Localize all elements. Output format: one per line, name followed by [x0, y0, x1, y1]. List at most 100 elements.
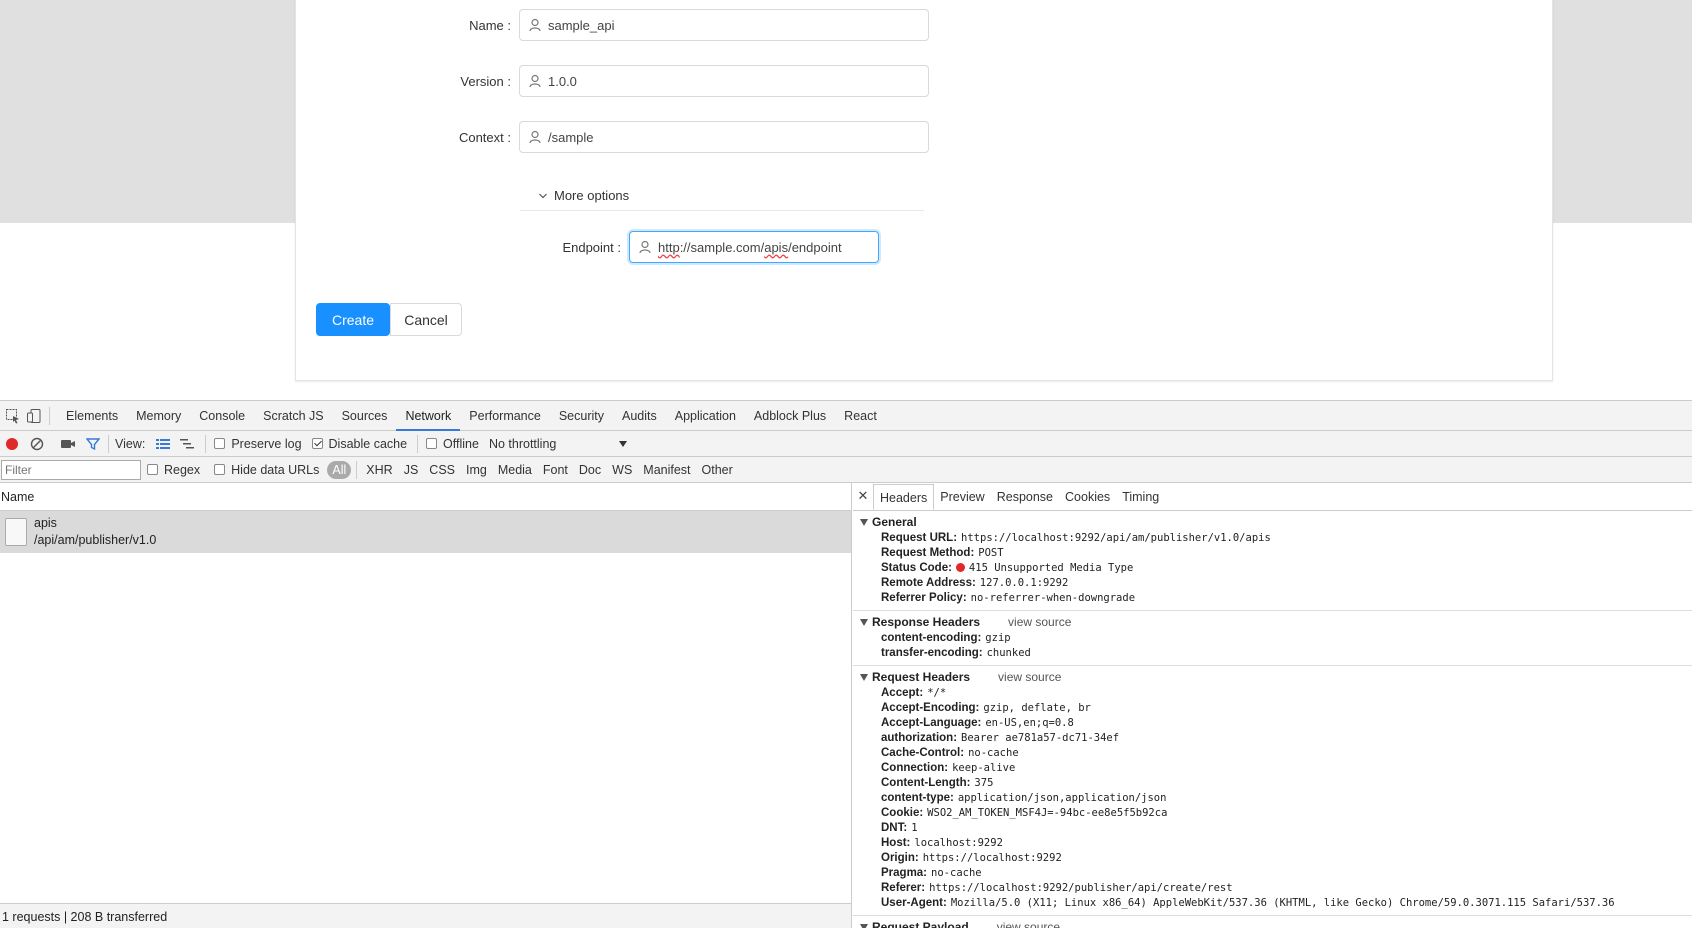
detail-tab-preview[interactable]: Preview	[934, 484, 990, 510]
more-options-toggle[interactable]: More options	[520, 181, 924, 211]
network-filterbar: Regex Hide data URLs All XHRJSCSSImgMedia…	[0, 457, 1692, 483]
throttling-select[interactable]: No throttling	[489, 437, 627, 451]
tab-scratch-js[interactable]: Scratch JS	[254, 401, 332, 431]
status-code-value: 415 Unsupported Media Type	[968, 562, 1134, 574]
header-line: authorization: Bearer ae781a57-dc71-34ef	[860, 731, 1692, 746]
device-toolbar-icon[interactable]	[26, 408, 42, 424]
devtools-tabbar: Elements Memory Console Scratch JS Sources Ne…	[0, 401, 1692, 431]
context-input[interactable]: /sample	[519, 121, 929, 153]
header-key: Connection:	[881, 762, 949, 774]
version-input[interactable]: 1.0.0	[519, 65, 929, 97]
collapse-triangle-icon	[860, 618, 868, 626]
name-input[interactable]: sample_api	[519, 9, 929, 41]
clear-icon[interactable]	[30, 437, 44, 451]
endpoint-input[interactable]: http://sample.com/apis/endpoint	[629, 231, 879, 263]
header-line: Connection: keep-alive	[860, 761, 1692, 776]
create-button[interactable]: Create	[316, 303, 390, 336]
checkbox-box-checked[interactable]	[311, 438, 323, 449]
filter-type-media[interactable]: Media	[493, 461, 537, 479]
request-url-key: Request URL:	[881, 532, 958, 544]
toolbar-separator	[205, 434, 207, 453]
capture-screenshots-icon[interactable]	[60, 438, 76, 450]
detail-tab-cookies[interactable]: Cookies	[1059, 484, 1116, 510]
filter-type-js[interactable]: JS	[399, 461, 424, 479]
checkbox-box[interactable]	[426, 438, 438, 449]
header-key: Pragma:	[881, 867, 928, 879]
detail-tab-response[interactable]: Response	[991, 484, 1059, 510]
large-rows-icon[interactable]	[155, 438, 171, 450]
devtools-panel: Elements Memory Console Scratch JS Sources Ne…	[0, 400, 1692, 928]
tab-adblock-plus[interactable]: Adblock Plus	[745, 401, 835, 431]
request-view-source-link[interactable]: view source	[998, 668, 1061, 686]
header-key: authorization:	[881, 732, 958, 744]
filter-icon[interactable]	[86, 437, 100, 451]
tab-console[interactable]: Console	[190, 401, 254, 431]
checkbox-box[interactable]	[214, 464, 226, 475]
overview-icon[interactable]	[179, 438, 195, 450]
filter-type-xhr[interactable]: XHR	[361, 461, 397, 479]
header-key: Referer:	[881, 882, 926, 894]
header-value: en-US,en;q=0.8	[985, 717, 1074, 729]
referrer-policy-value: no-referrer-when-downgrade	[970, 592, 1136, 604]
collapse-triangle-icon	[860, 673, 868, 681]
tab-network[interactable]: Network	[396, 401, 461, 431]
detail-tab-timing[interactable]: Timing	[1116, 484, 1165, 510]
filter-type-all[interactable]: All	[327, 460, 352, 479]
endpoint-row: Endpoint http://sample.com/apis/endpoint	[526, 231, 879, 263]
cancel-button[interactable]: Cancel	[390, 303, 462, 336]
request-payload-header[interactable]: Request Payload view source	[860, 918, 1692, 928]
detail-tab-headers[interactable]: Headers	[873, 484, 935, 510]
create-api-card: Name sample_api Version 1.0.0 Context /s…	[295, 0, 1553, 381]
offline-checkbox[interactable]: Offline	[426, 437, 479, 451]
filter-type-ws[interactable]: WS	[607, 461, 637, 479]
header-value: localhost:9292	[914, 837, 1003, 849]
header-line: Pragma: no-cache	[860, 866, 1692, 881]
filter-type-doc[interactable]: Doc	[574, 461, 606, 479]
tab-elements[interactable]: Elements	[57, 401, 127, 431]
preserve-log-label: Preserve log	[231, 436, 302, 451]
tab-react[interactable]: React	[835, 401, 886, 431]
close-icon[interactable]: ✕	[853, 483, 873, 510]
header-value: WSO2_AM_TOKEN_MSF4J=-94bc-ee8e5f5b92ca	[927, 807, 1168, 819]
version-row: Version 1.0.0	[416, 65, 929, 97]
preserve-log-checkbox[interactable]: Preserve log	[214, 436, 302, 451]
tab-security[interactable]: Security	[550, 401, 613, 431]
request-headers-header[interactable]: Request Headers view source	[860, 668, 1692, 686]
general-header[interactable]: General	[860, 513, 1692, 531]
disable-cache-checkbox[interactable]: Disable cache	[311, 437, 407, 451]
response-headers-header[interactable]: Response Headers view source	[860, 613, 1692, 631]
response-view-source-link[interactable]: view source	[1008, 613, 1071, 631]
filter-type-img[interactable]: Img	[461, 461, 492, 479]
filter-type-font[interactable]: Font	[538, 461, 573, 479]
context-row: Context /sample	[416, 121, 929, 153]
filter-separator	[356, 460, 358, 479]
tab-memory[interactable]: Memory	[127, 401, 190, 431]
section-divider	[853, 610, 1692, 611]
payload-view-source-link[interactable]: view source	[997, 918, 1060, 928]
record-icon[interactable]	[6, 437, 18, 450]
name-column-header[interactable]: Name	[0, 483, 851, 511]
version-label: Version	[416, 74, 511, 89]
header-line: Remote Address: 127.0.0.1:9292	[860, 576, 1692, 591]
toolbar-separator	[417, 434, 419, 453]
filter-type-css[interactable]: CSS	[424, 461, 460, 479]
tab-audits[interactable]: Audits	[613, 401, 666, 431]
tab-performance[interactable]: Performance	[460, 401, 550, 431]
filter-input[interactable]	[1, 459, 141, 480]
header-line: Accept-Encoding: gzip, deflate, br	[860, 701, 1692, 716]
tab-application[interactable]: Application	[666, 401, 745, 431]
hide-data-urls-checkbox[interactable]: Hide data URLs	[214, 463, 319, 477]
filter-type-manifest[interactable]: Manifest	[638, 461, 695, 479]
section-divider	[853, 665, 1692, 666]
checkbox-box[interactable]	[147, 464, 158, 475]
user-icon	[529, 130, 541, 144]
filter-type-other[interactable]: Other	[697, 461, 738, 479]
version-value: 1.0.0	[548, 73, 577, 89]
throttling-value: No throttling	[488, 436, 557, 451]
tab-sources[interactable]: Sources	[333, 401, 397, 431]
inspect-element-icon[interactable]	[5, 408, 21, 424]
table-row[interactable]: apis /api/am/publisher/v1.0	[0, 511, 851, 553]
regex-checkbox[interactable]: Regex	[147, 463, 200, 477]
view-label: View:	[115, 436, 146, 451]
checkbox-box[interactable]	[214, 438, 226, 449]
